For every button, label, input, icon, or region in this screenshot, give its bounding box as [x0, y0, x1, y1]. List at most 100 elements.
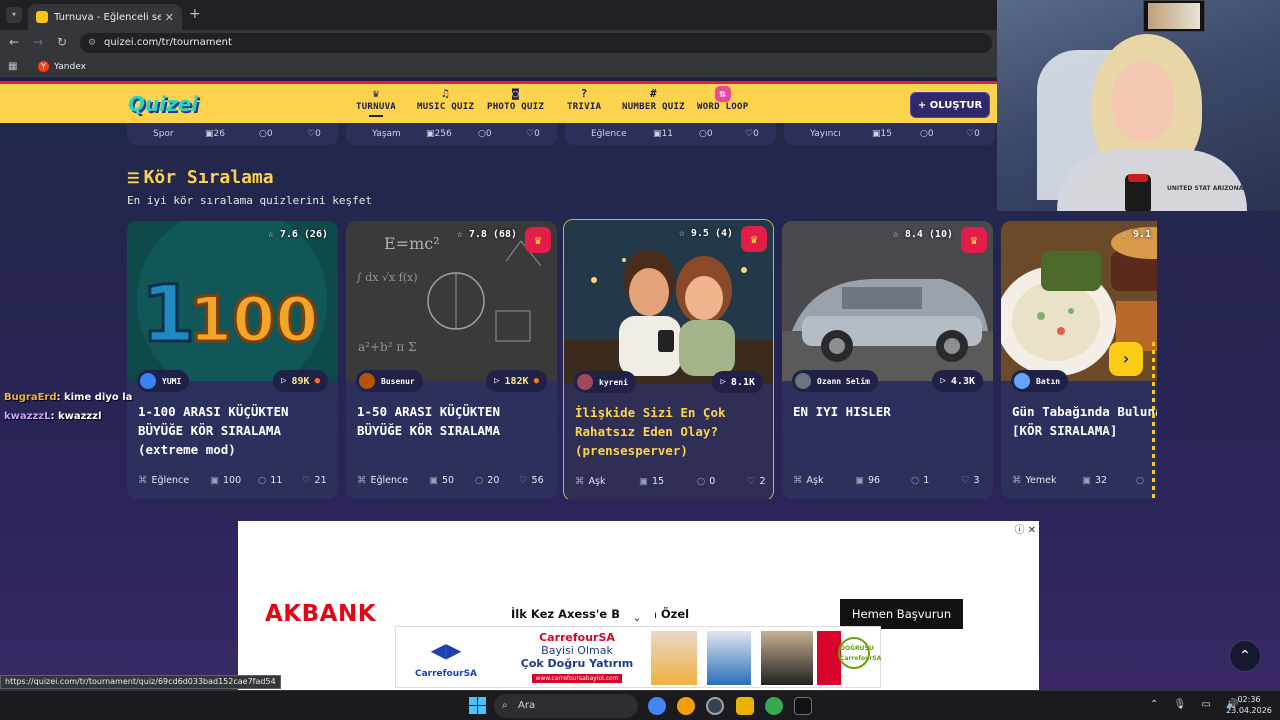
- forward-icon[interactable]: →: [33, 35, 43, 49]
- like-count: ♡ 56: [519, 475, 544, 486]
- avatar: [1014, 373, 1030, 389]
- tab-search-button[interactable]: ▾: [6, 7, 22, 23]
- browser-icon[interactable]: [677, 697, 695, 715]
- quiz-title[interactable]: 1-50 ARASI KÜÇÜKTEN BÜYÜĞE KÖR SIRALAMA: [357, 402, 549, 440]
- ad-info-close-icon[interactable]: ⓘ ✕: [1014, 521, 1036, 536]
- ad-headline: İlk Kez Axess'e Ba lara Özel: [511, 607, 690, 621]
- terminal-icon[interactable]: [794, 697, 812, 715]
- section-subtitle: En iyi kör sıralama quizlerini keşfet: [127, 194, 373, 207]
- file-explorer-icon[interactable]: [736, 697, 754, 715]
- like-count: ♡ 2: [747, 476, 766, 487]
- like-count: ♡0: [526, 129, 540, 139]
- new-tab-button[interactable]: +: [189, 6, 201, 22]
- question-count: ▣256: [426, 129, 452, 139]
- nav-label: WORD LOOP: [697, 102, 749, 112]
- rating-badge: ☆ 7.8 (68): [456, 229, 517, 240]
- comment-count: ○: [1136, 475, 1148, 486]
- apps-icon[interactable]: ▦: [8, 61, 17, 72]
- nav-trivia[interactable]: ? TRIVIA: [567, 86, 601, 112]
- avatar: [359, 373, 375, 389]
- taskbar: ⌕ Ara ⌃ 🎙 ▭ 🔊 02:36 23.04.2026: [0, 690, 1280, 720]
- chat-user: BugraErd: [4, 392, 57, 403]
- url-text: quizei.com/tr/tournament: [104, 37, 232, 48]
- bookmark-yandex[interactable]: Y Yandex: [38, 61, 86, 72]
- author-name: kyreni: [599, 377, 628, 387]
- category-tag: ⌘ Eğlence: [357, 475, 409, 486]
- comment-icon: ○: [1136, 475, 1145, 486]
- nav-number-quiz[interactable]: # NUMBER QUIZ: [622, 86, 685, 112]
- prev-card[interactable]: Yayıncı ▣15 ○0 ♡0: [784, 123, 995, 145]
- quiz-thumbnail: 1 100: [127, 221, 338, 381]
- scroll-to-top-button[interactable]: ⌃: [1229, 640, 1261, 672]
- carousel-next-button[interactable]: ›: [1109, 342, 1143, 376]
- author-chip[interactable]: YUMI: [137, 370, 190, 392]
- like-count: ♡0: [966, 129, 980, 139]
- create-button[interactable]: + OLUŞTUR: [910, 92, 990, 118]
- browser-tab[interactable]: Turnuva - Eğlenceli seçimler yap ✕: [28, 4, 182, 30]
- address-field[interactable]: ⚙ quizei.com/tr/tournament: [80, 33, 992, 53]
- question-count: ▣ 50: [429, 475, 455, 486]
- carrefour-logo: ◀▶ CarrefourSA: [408, 639, 484, 680]
- author-chip[interactable]: kyreni: [574, 371, 636, 393]
- quiz-title[interactable]: 1-100 ARASI KÜÇÜKTEN BÜYÜĞE KÖR SIRALAMA…: [138, 402, 330, 459]
- list-icon: ▣: [210, 475, 219, 486]
- quiz-card[interactable]: E=mc² ∫ dx √x f(x) a²+b² π Σ ☆ 7.8 (68) …: [346, 221, 557, 499]
- chrome-profile-icon[interactable]: [765, 697, 783, 715]
- nav-word-loop[interactable]: ⇅ WORD LOOP: [697, 86, 748, 112]
- quiz-card[interactable]: ☆ 8.4 (10) ♛ Ozann Selim ▷ 4.3K EN IYI HI…: [782, 221, 993, 499]
- quiz-title[interactable]: İlişkide Sizi En Çok Rahatsız Eden Olay?…: [575, 403, 767, 460]
- carrefour-ad[interactable]: ◀▶ CarrefourSA CarrefourSA Bayisi Olmak …: [395, 626, 881, 688]
- list-icon: ▣: [426, 129, 435, 139]
- reload-icon[interactable]: ↻: [57, 35, 67, 49]
- nav-music-quiz[interactable]: ♫ MUSIC QUIZ: [417, 86, 474, 112]
- quiz-card[interactable]: 1 100 ☆ 7.6 (26) YUMI ▷ 89K ● 1-100 ARASI …: [127, 221, 338, 499]
- site-favicon: [36, 11, 48, 23]
- like-count: ♡0: [307, 129, 321, 139]
- site-info-icon[interactable]: ⚙: [88, 33, 96, 53]
- play-icon: ▷: [494, 376, 500, 386]
- category-tag: ⌘ Eğlence: [138, 475, 190, 486]
- chrome-icon[interactable]: [648, 697, 666, 715]
- nav-photo-quiz[interactable]: ◙ PHOTO QUIZ: [487, 86, 544, 112]
- comment-count: ○0: [920, 129, 934, 139]
- chat-message: BugraErd: kime diyo la: [4, 392, 132, 403]
- quiz-card[interactable]: ☆ 9.5 (4) ♛ kyreni ▷ 8.1K İlişkide Sizi E…: [563, 219, 774, 499]
- windows-start-icon[interactable]: [469, 697, 486, 714]
- quiz-title[interactable]: Gün Tabağında Bulunan Lezzetler [KÖR SIR…: [1012, 402, 1157, 440]
- svg-text:1: 1: [141, 270, 195, 360]
- play-count: ▷ 182K ●: [486, 370, 547, 392]
- obs-icon[interactable]: [706, 697, 724, 715]
- prev-card[interactable]: Yaşam ▣256 ○0 ♡0: [346, 123, 557, 145]
- quiz-title[interactable]: EN IYI HISLER: [793, 402, 985, 421]
- camera-icon: ◙: [512, 87, 520, 100]
- author-chip[interactable]: Batın: [1011, 370, 1069, 392]
- ad-apply-button[interactable]: Hemen Başvurun: [840, 599, 963, 629]
- comment-count: ○ 20: [475, 475, 500, 486]
- list-icon: ▣: [429, 475, 438, 486]
- browser-tabbar: ▾ Turnuva - Eğlenceli seçimler yap ✕ +: [0, 0, 997, 30]
- question-count: ▣11: [653, 129, 673, 139]
- hash-icon: #: [649, 87, 657, 100]
- back-icon[interactable]: ←: [9, 35, 19, 49]
- taskbar-search[interactable]: ⌕ Ara: [494, 694, 638, 718]
- heart-icon: ♡: [747, 476, 756, 487]
- author-chip[interactable]: Busenur: [356, 370, 423, 392]
- tag-icon: ⌘: [138, 475, 148, 486]
- quiz-meta: ⌘ Eğlence ▣ 100 ○ 11 ♡ 21: [138, 475, 330, 489]
- prev-card[interactable]: Eğlence ▣11 ○0 ♡0: [565, 123, 776, 145]
- site-logo[interactable]: Quizei: [128, 92, 198, 116]
- like-count: ♡0: [745, 129, 759, 139]
- list-icon: ▣: [1082, 475, 1091, 486]
- clock[interactable]: 02:36 23.04.2026: [1224, 694, 1274, 716]
- author-chip[interactable]: Ozann Selim: [792, 370, 878, 392]
- comment-icon: ○: [258, 475, 267, 486]
- close-tab-icon[interactable]: ✕: [165, 11, 174, 24]
- comment-count: ○ 1: [911, 475, 930, 486]
- comment-icon: ○: [697, 476, 706, 487]
- tab-title: Turnuva - Eğlenceli seçimler yap: [54, 11, 161, 23]
- microphone-icon: [1125, 174, 1151, 211]
- site-header: Quizei ♛ TURNUVA ♫ MUSIC QUIZ ◙ PHOTO QU…: [0, 81, 997, 123]
- nav-turnuva[interactable]: ♛ TURNUVA: [356, 86, 396, 117]
- chat-message: kwazzzL: kwazzzl: [4, 411, 102, 422]
- prev-card[interactable]: Spor ▣26 ○0 ♡0: [127, 123, 338, 145]
